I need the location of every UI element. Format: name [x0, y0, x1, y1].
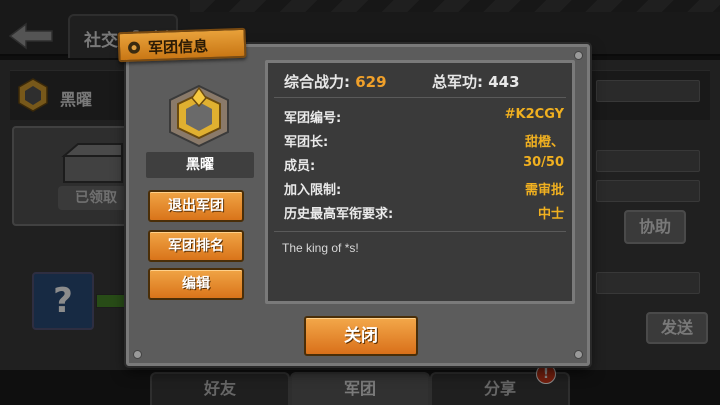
leave-guild-button[interactable]: 退出军团	[148, 190, 244, 222]
join-limit-label: 加入限制:	[284, 183, 342, 198]
join-limit-value: 需审批	[524, 183, 564, 198]
power-label: 综合战力:	[284, 73, 350, 91]
members-label: 成员:	[284, 159, 316, 174]
guild-emblem-icon	[169, 84, 229, 148]
merit-stat: 总军功: 443	[432, 71, 520, 92]
divider	[274, 231, 566, 232]
guild-info-panel: 综合战力: 629 总军功: 443 军团编号: #K2CGY 军团长: 甜橙、…	[265, 60, 575, 304]
guild-id-value: #K2CGY	[504, 107, 564, 122]
power-stat: 综合战力: 629	[284, 71, 387, 92]
merit-value: 443	[488, 73, 520, 91]
gear-icon	[128, 41, 141, 54]
rivet	[133, 350, 142, 359]
power-value: 629	[355, 73, 387, 91]
rank-req-value: 中士	[537, 207, 564, 222]
merit-label: 总军功:	[432, 73, 483, 91]
leader-label: 军团长:	[284, 135, 329, 150]
guild-ranking-button[interactable]: 军团排名	[148, 230, 244, 262]
guild-name: 黑曜	[146, 152, 254, 178]
info-row-id: 军团编号: #K2CGY	[284, 107, 564, 129]
info-row-members: 成员: 30/50	[284, 155, 564, 177]
rivet	[574, 51, 583, 60]
info-row-join: 加入限制: 需审批	[284, 179, 564, 201]
members-value: 30/50	[523, 155, 564, 170]
guild-motto: The king of *s!	[282, 241, 359, 255]
close-button[interactable]: 关闭	[304, 316, 418, 356]
leader-value: 甜橙、	[524, 135, 564, 150]
guild-id-label: 军团编号:	[284, 111, 342, 126]
info-row-leader: 军团长: 甜橙、	[284, 131, 564, 153]
rivet	[574, 350, 583, 359]
dialog-title-plate: 军团信息	[117, 27, 247, 63]
info-row-rank: 历史最高军衔要求: 中士	[284, 203, 564, 225]
rank-req-label: 历史最高军衔要求:	[284, 207, 394, 222]
edit-button[interactable]: 编辑	[148, 268, 244, 300]
dialog-title: 军团信息	[147, 37, 209, 58]
divider	[274, 97, 566, 98]
